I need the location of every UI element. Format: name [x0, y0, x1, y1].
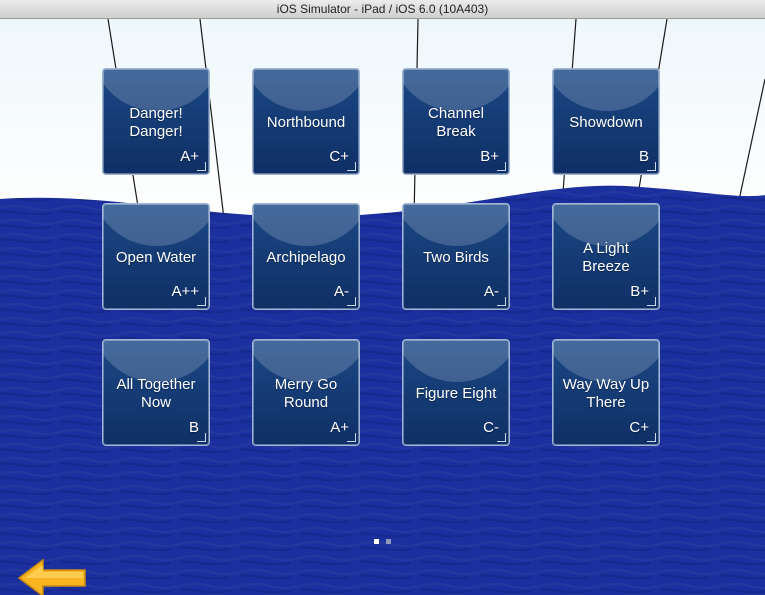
level-grade: A++	[171, 283, 199, 300]
tile-corner	[347, 162, 356, 171]
tile-corner	[497, 297, 506, 306]
tile-corner	[647, 297, 656, 306]
level-tile[interactable]: Two Birds A-	[402, 203, 510, 310]
tile-corner	[497, 162, 506, 171]
level-tile[interactable]: A Light Breeze B+	[552, 203, 660, 310]
level-tile[interactable]: Danger! Danger! A+	[102, 68, 210, 175]
level-tile[interactable]: Showdown B	[552, 68, 660, 175]
page-dot	[386, 539, 391, 544]
back-button[interactable]	[17, 558, 89, 595]
tile-corner	[197, 297, 206, 306]
tile-corner	[497, 433, 506, 442]
tile-corner	[197, 162, 206, 171]
tile-corner	[347, 297, 356, 306]
level-tile[interactable]: Way Way Up There C+	[552, 339, 660, 446]
level-tile[interactable]: Archipelago A-	[252, 203, 360, 310]
tile-corner	[347, 433, 356, 442]
arrow-left-icon	[17, 558, 86, 595]
page-indicator	[374, 539, 394, 545]
tile-corner	[197, 433, 206, 442]
tile-corner	[647, 433, 656, 442]
level-tile[interactable]: Open Water A++	[102, 203, 210, 310]
level-tile[interactable]: Northbound C+	[252, 68, 360, 175]
level-tile[interactable]: Channel Break B+	[402, 68, 510, 175]
level-tile[interactable]: Merry Go Round A+	[252, 339, 360, 446]
level-tile[interactable]: Figure Eight C-	[402, 339, 510, 446]
level-tile[interactable]: All Together Now B	[102, 339, 210, 446]
tile-corner	[647, 162, 656, 171]
page-dot-active	[374, 539, 379, 544]
window-title: iOS Simulator - iPad / iOS 6.0 (10A403)	[0, 0, 765, 19]
level-select-screen: Danger! Danger! A+ Northbound C+ Channel Bre…	[0, 19, 765, 595]
